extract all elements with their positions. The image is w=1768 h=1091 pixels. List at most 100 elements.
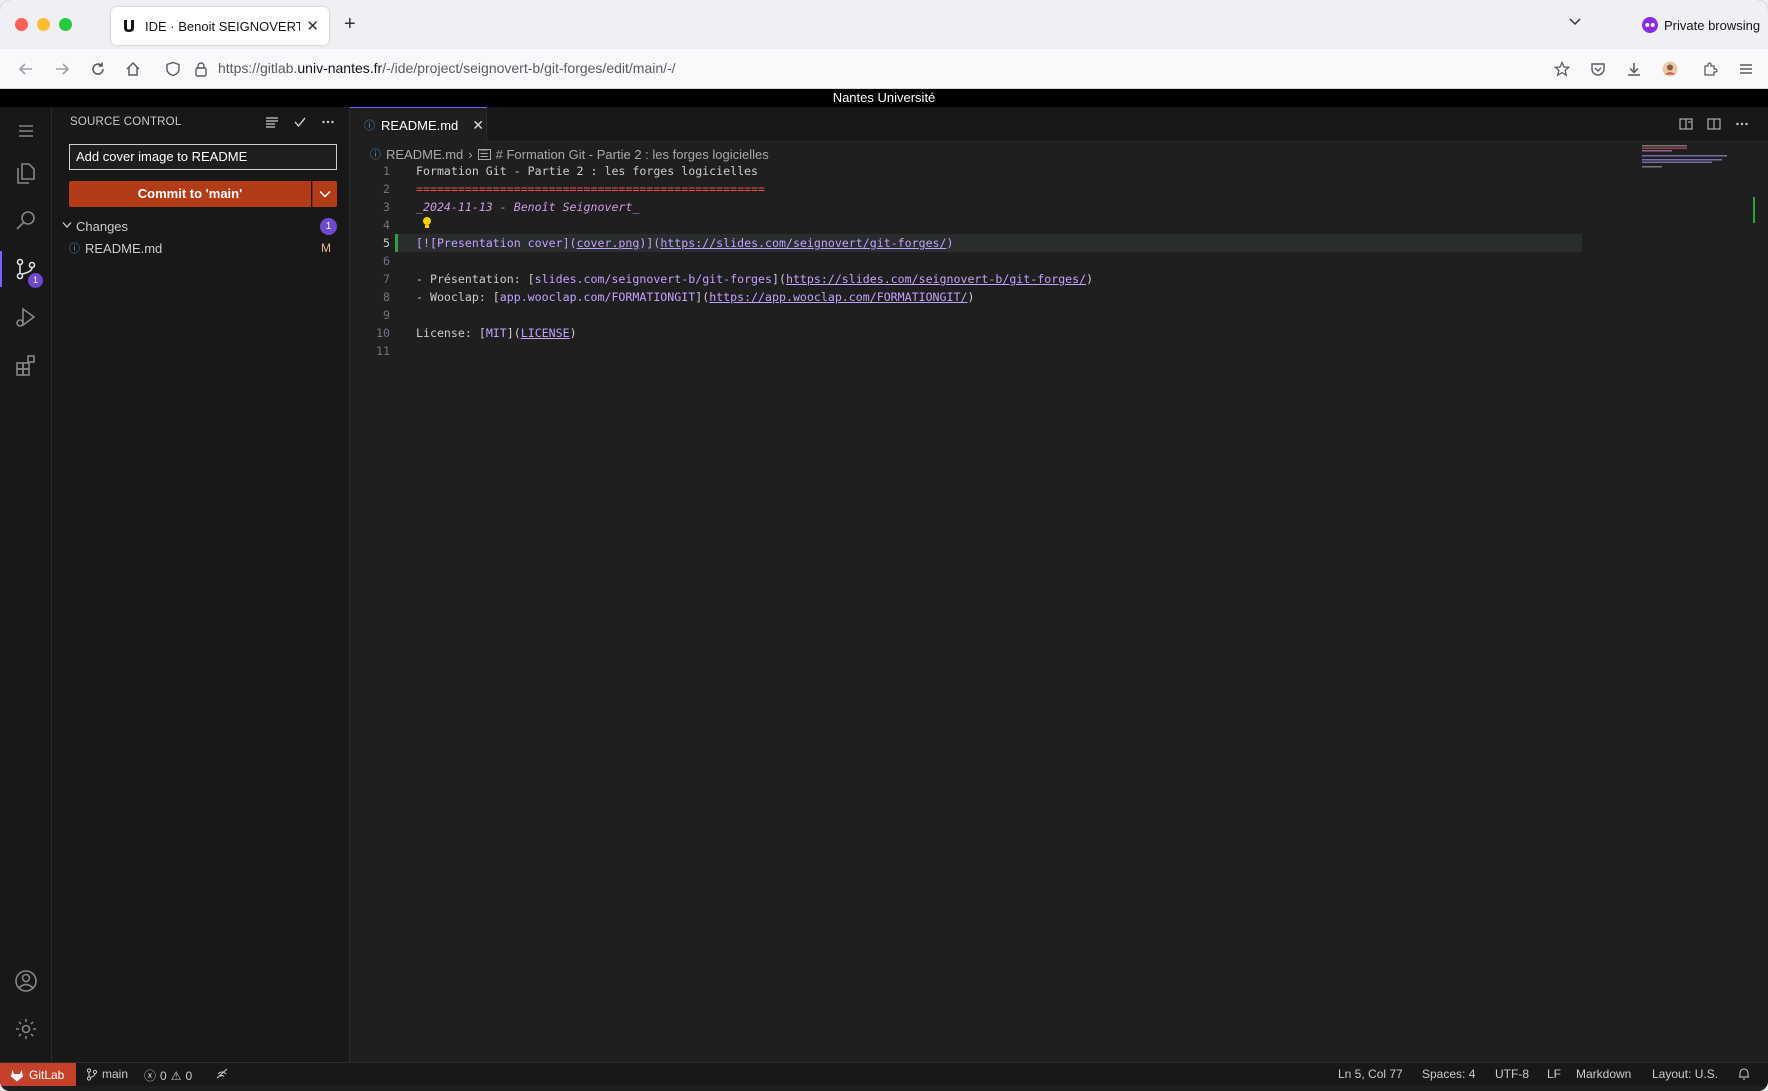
no-signal-icon	[216, 1068, 228, 1079]
changed-file-name: README.md	[85, 240, 163, 256]
end-of-line[interactable]: LF	[1547, 1067, 1561, 1081]
open-preview-icon[interactable]	[1678, 116, 1694, 132]
url-domain: univ-nantes.fr	[297, 60, 383, 76]
panel-actions	[264, 114, 336, 130]
new-tab-button[interactable]: +	[344, 13, 356, 36]
info-icon: ⓘ	[370, 149, 381, 161]
breadcrumb-symbol[interactable]: # Formation Git - Partie 2 : les forges …	[496, 147, 769, 162]
editor-actions	[1678, 116, 1750, 132]
institution-banner: Nantes Université	[0, 89, 1768, 107]
gitlab-logo-icon	[11, 1069, 23, 1081]
notifications-bell-icon[interactable]	[1738, 1067, 1750, 1080]
close-tab-icon[interactable]: ✕	[306, 17, 319, 35]
settings-gear-icon[interactable]	[0, 1005, 52, 1053]
window-bottom-edge	[0, 1086, 1768, 1091]
chevron-down-icon	[62, 221, 76, 232]
code-line: 1 Formation Git - Partie 2 : les forges …	[350, 162, 1630, 180]
changes-group-header[interactable]: Changes 1	[62, 216, 347, 236]
forward-arrow-icon[interactable]	[52, 59, 72, 79]
error-count: 0	[160, 1068, 167, 1083]
code-line: 4	[350, 216, 1630, 234]
code-line: 11	[350, 342, 1630, 360]
minimize-window-button[interactable]	[37, 18, 50, 31]
reload-icon[interactable]	[88, 59, 108, 79]
keyboard-layout[interactable]: Layout: U.S.	[1652, 1067, 1718, 1081]
back-arrow-icon[interactable]	[16, 59, 36, 79]
scrollbar[interactable]	[1753, 197, 1765, 223]
commit-message-input[interactable]: Add cover image to README	[69, 144, 337, 170]
private-browsing-label: Private browsing	[1664, 17, 1761, 33]
warning-count: 0	[185, 1068, 193, 1083]
changed-file-item[interactable]: ⓘ README.md M	[69, 238, 347, 258]
app-menu-icon[interactable]	[1736, 59, 1756, 79]
editor-tab-readme[interactable]: ⓘ README.md ✕	[350, 107, 487, 142]
commit-button[interactable]: Commit to 'main'	[69, 181, 311, 207]
private-browsing-indicator: Private browsing	[1642, 17, 1760, 33]
info-icon: ⓘ	[364, 120, 375, 132]
split-editor-icon[interactable]	[1706, 116, 1722, 132]
language-mode[interactable]: Markdown	[1576, 1067, 1631, 1081]
extensions-puzzle-icon[interactable]	[1700, 59, 1720, 79]
pocket-icon[interactable]	[1588, 59, 1608, 79]
account-avatar[interactable]	[1660, 59, 1680, 79]
explorer-files-icon[interactable]	[0, 149, 52, 197]
browser-tab[interactable]: IDE · Benoit SEIGNOVERT / Forr ✕	[111, 7, 329, 45]
ports-status-item[interactable]	[215, 1067, 229, 1080]
heading-symbol-icon: ☰	[477, 148, 491, 160]
commit-check-icon[interactable]	[292, 114, 308, 130]
code-line: 6	[350, 252, 1630, 270]
changes-count-badge: 1	[320, 218, 337, 235]
run-debug-icon[interactable]	[0, 293, 52, 341]
editor-tab-bar: ⓘ README.md ✕	[350, 107, 1768, 142]
close-editor-tab-icon[interactable]: ✕	[472, 117, 484, 134]
code-line: 3 _2024-11-13 - Benoît Seignovert_	[350, 198, 1630, 216]
lightbulb-icon[interactable]	[422, 216, 432, 234]
indentation[interactable]: Spaces: 4	[1422, 1067, 1475, 1081]
home-icon[interactable]	[123, 59, 143, 79]
git-branch-icon	[86, 1067, 98, 1081]
account-icon[interactable]	[0, 957, 52, 1005]
url-path: /-/ide/project/seignovert-b/git-forges/e…	[382, 60, 676, 76]
encoding[interactable]: UTF-8	[1495, 1067, 1529, 1081]
bookmark-star-icon[interactable]	[1552, 59, 1572, 79]
line-number: 9	[383, 308, 390, 322]
code-text: Formation Git - Partie 2 : les forges lo…	[416, 164, 759, 178]
downloads-icon[interactable]	[1624, 59, 1644, 79]
gitlab-label: GitLab	[29, 1068, 65, 1082]
search-icon[interactable]	[0, 197, 52, 245]
menu-icon[interactable]	[0, 107, 52, 155]
line-number: 10	[376, 326, 390, 340]
url-bar[interactable]: https://gitlab.univ-nantes.fr/-/ide/proj…	[218, 60, 676, 76]
editor-more-actions-icon[interactable]	[1734, 116, 1750, 132]
line-number: 4	[383, 218, 390, 232]
code-line: 2 ======================================…	[350, 180, 1630, 198]
tracking-shield-icon[interactable]	[163, 59, 183, 79]
private-mask-icon	[1642, 17, 1658, 33]
breadcrumb-file[interactable]: README.md	[386, 147, 463, 162]
list-tabs-chevron-icon[interactable]	[1568, 14, 1582, 30]
source-control-icon[interactable]: 1	[0, 245, 52, 293]
more-actions-icon[interactable]	[320, 114, 336, 130]
browser-nav-bar: https://gitlab.univ-nantes.fr/-/ide/proj…	[0, 49, 1768, 89]
close-window-button[interactable]	[15, 18, 28, 31]
modified-line-gutter-mark	[395, 234, 398, 252]
view-as-list-icon[interactable]	[264, 114, 280, 130]
lock-icon[interactable]	[191, 59, 211, 79]
code-text: License: [MIT](LICENSE)	[416, 326, 577, 340]
code-line: 7 - Présentation: [slides.com/seignovert…	[350, 270, 1630, 288]
extensions-icon[interactable]	[0, 341, 52, 389]
line-number: 5	[383, 236, 390, 250]
minimap[interactable]	[1640, 143, 1750, 173]
line-number: 1	[383, 164, 390, 178]
error-icon: ⓧ	[144, 1069, 157, 1083]
gitlab-status-item[interactable]: GitLab	[0, 1063, 76, 1087]
line-number: 3	[383, 200, 390, 214]
zoom-window-button[interactable]	[59, 18, 72, 31]
panel-title: SOURCE CONTROL	[70, 116, 182, 128]
warning-icon: ⚠	[170, 1068, 182, 1083]
cursor-position[interactable]: Ln 5, Col 77	[1338, 1067, 1403, 1081]
problems-status-item[interactable]: ⓧ 0 ⚠ 0	[144, 1067, 192, 1084]
editor-area: ⓘ README.md ✕ ⓘ README.md › ☰ # Formatio…	[350, 107, 1768, 1062]
branch-status-item[interactable]: main	[86, 1067, 128, 1081]
commit-options-dropdown[interactable]	[312, 181, 337, 207]
